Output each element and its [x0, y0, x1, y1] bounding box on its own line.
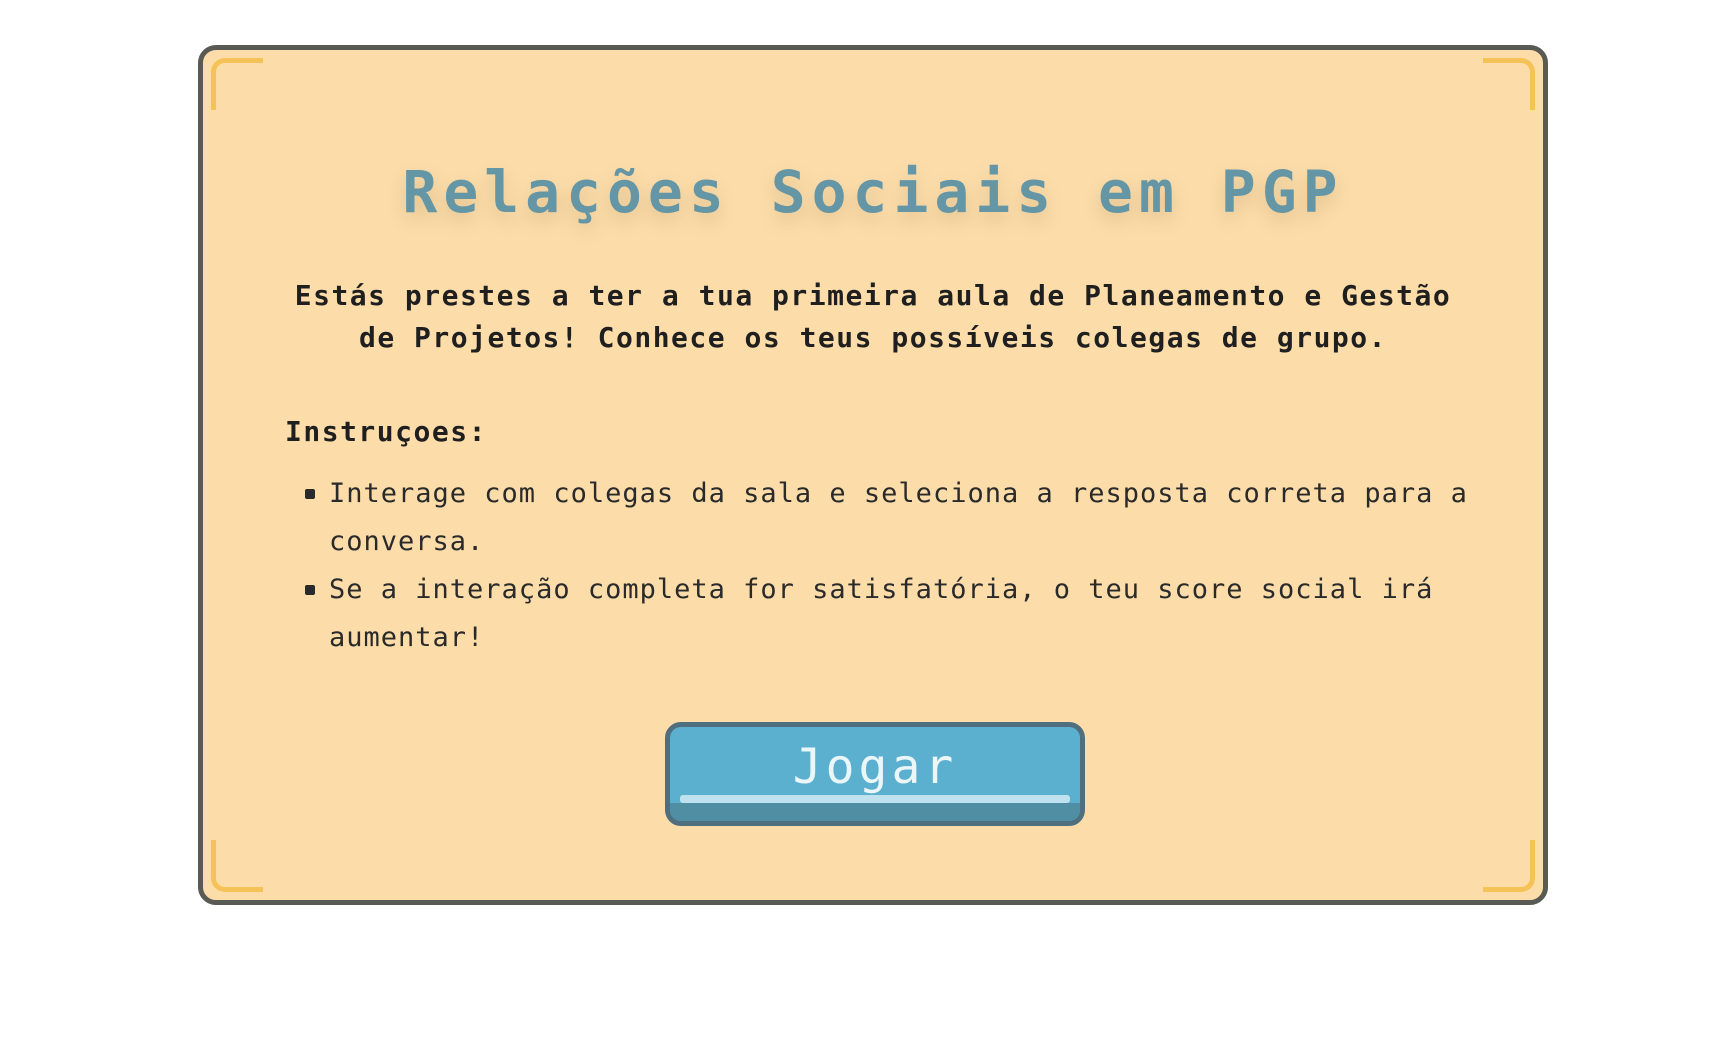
bullet-icon [305, 585, 315, 595]
instruction-item: Se a interação completa for satisfatória… [305, 566, 1483, 662]
corner-decoration-bottom-left [211, 840, 263, 892]
intro-text: Estás prestes a ter a tua primeira aula … [294, 279, 1452, 354]
intro-dialog: Relações Sociais em PGP Estás prestes a … [198, 45, 1548, 905]
instruction-text: Se a interação completa for satisfatória… [329, 574, 1434, 653]
instructions-list: Interage com colegas da sala e seleciona… [305, 470, 1483, 662]
instructions-heading: Instruçoes: [285, 415, 487, 448]
play-button[interactable]: Jogar [665, 722, 1085, 826]
instruction-item: Interage com colegas da sala e seleciona… [305, 470, 1483, 566]
button-base-shadow [670, 803, 1080, 821]
bullet-icon [305, 489, 315, 499]
dialog-title: Relações Sociais em PGP [402, 158, 1344, 226]
corner-decoration-bottom-right [1483, 840, 1535, 892]
play-button-label: Jogar [792, 739, 958, 795]
button-highlight [680, 795, 1070, 803]
instruction-text: Interage com colegas da sala e seleciona… [329, 478, 1468, 557]
corner-decoration-top-right [1483, 58, 1535, 110]
corner-decoration-top-left [211, 58, 263, 110]
